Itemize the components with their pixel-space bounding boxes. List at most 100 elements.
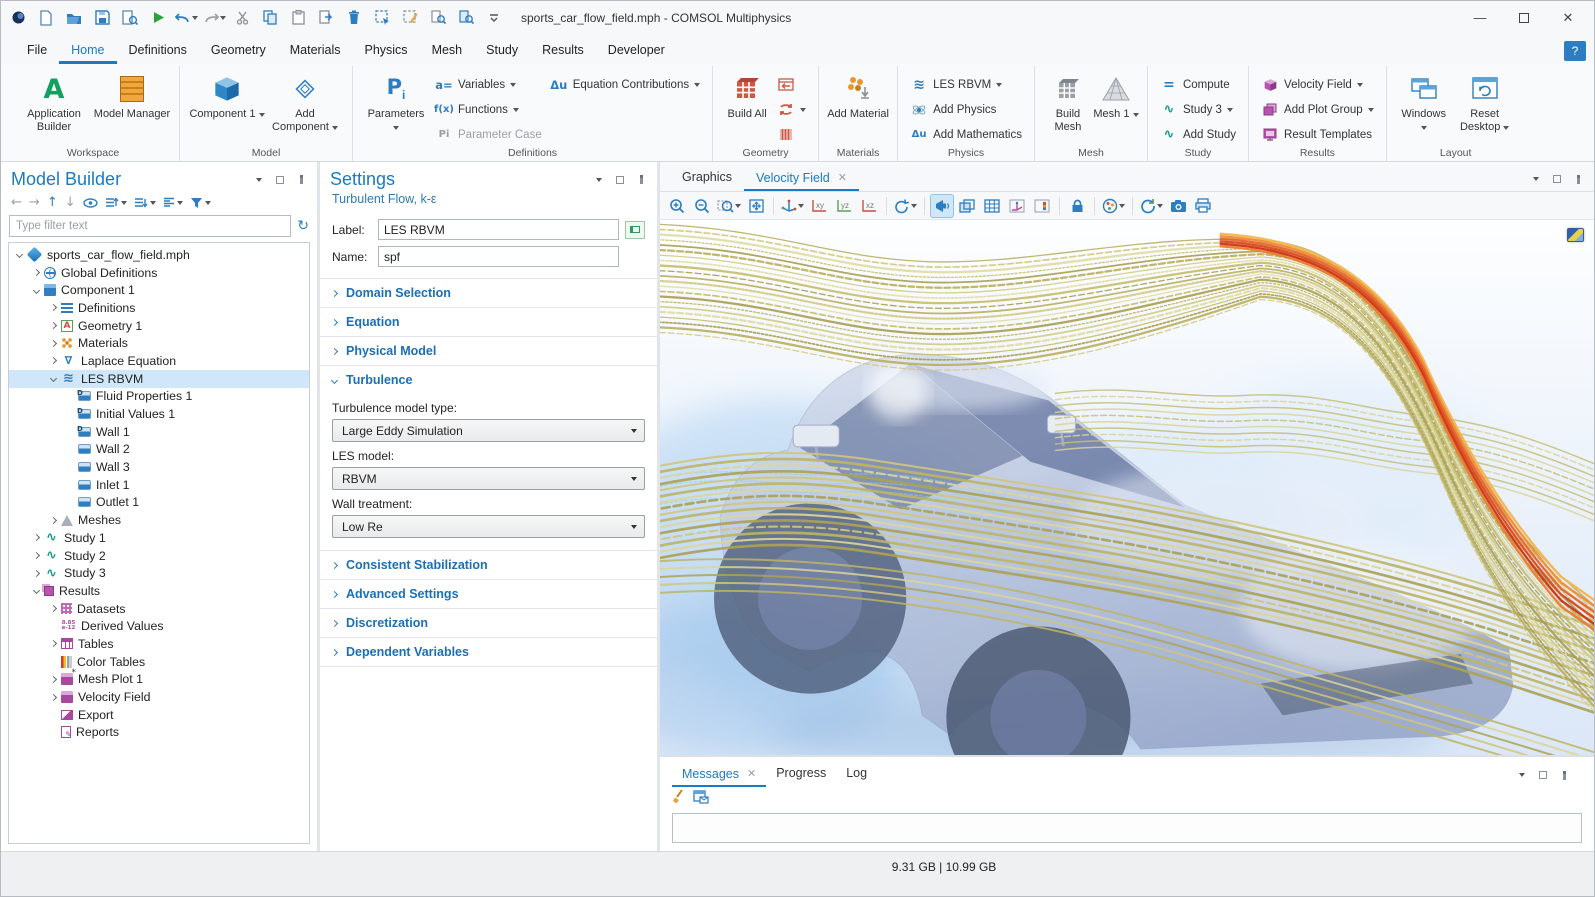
show-icon[interactable] bbox=[83, 198, 98, 208]
cut-icon[interactable] bbox=[229, 6, 255, 30]
print-icon[interactable] bbox=[1192, 195, 1214, 217]
panel-menu-icon[interactable] bbox=[593, 174, 605, 186]
tree-item-materials[interactable]: Materials bbox=[9, 334, 309, 352]
nav-back-icon[interactable]: ← bbox=[11, 195, 22, 210]
menu-home[interactable]: Home bbox=[59, 37, 116, 64]
color-legend-icon[interactable] bbox=[1031, 195, 1053, 217]
build-mesh-button[interactable]: Build Mesh bbox=[1043, 70, 1093, 134]
section-header[interactable]: Equation bbox=[320, 308, 657, 336]
collapse-icon[interactable] bbox=[33, 287, 40, 294]
expand-icon[interactable] bbox=[50, 640, 57, 647]
clear-selection-button[interactable] bbox=[397, 6, 423, 30]
compute-button[interactable]: =Compute bbox=[1156, 72, 1240, 97]
filter-icon[interactable] bbox=[190, 197, 211, 209]
screenshot-icon[interactable] bbox=[1167, 195, 1189, 217]
menu-file[interactable]: File bbox=[15, 37, 59, 64]
save-compact-button[interactable] bbox=[117, 6, 143, 30]
menu-study[interactable]: Study bbox=[474, 37, 530, 64]
grid-icon[interactable] bbox=[981, 195, 1003, 217]
tree-item-velocity-field[interactable]: Velocity Field bbox=[9, 688, 309, 706]
tree-item-derived-values[interactable]: Derived Values bbox=[9, 617, 309, 635]
combo-les-model[interactable]: RBVM bbox=[332, 467, 645, 490]
panel-float-icon[interactable] bbox=[274, 174, 286, 186]
tab-progress[interactable]: Progress bbox=[766, 760, 836, 787]
functions-button[interactable]: f(x)Functions bbox=[431, 97, 546, 122]
panel-float-icon[interactable] bbox=[1537, 769, 1549, 781]
tree-item-wall-1[interactable]: Wall 1 bbox=[9, 423, 309, 441]
find-button[interactable] bbox=[425, 6, 451, 30]
select-box-button[interactable] bbox=[369, 6, 395, 30]
open-messages-window-icon[interactable] bbox=[693, 790, 709, 809]
view-yz-icon[interactable]: yz bbox=[833, 195, 855, 217]
close-tab-icon[interactable]: ✕ bbox=[747, 767, 756, 780]
copy-button[interactable] bbox=[257, 6, 283, 30]
mesh1-button[interactable]: Mesh 1 bbox=[1093, 70, 1139, 121]
tab-velocity-field[interactable]: Velocity Field✕ bbox=[744, 165, 859, 192]
open-file-button[interactable] bbox=[61, 6, 87, 30]
qat-customize-button[interactable] bbox=[481, 6, 507, 30]
parameter-case-button[interactable]: PiParameter Case bbox=[431, 122, 546, 147]
tree-item-outlet-1[interactable]: Outlet 1 bbox=[9, 494, 309, 512]
reset-desktop-button[interactable]: Reset Desktop bbox=[1453, 70, 1517, 134]
panel-pin-icon[interactable] bbox=[1558, 769, 1570, 781]
view-xy-icon[interactable]: xy bbox=[808, 195, 830, 217]
parameters-button[interactable]: Pi Parameters bbox=[361, 70, 431, 134]
expand-icon[interactable] bbox=[50, 676, 57, 683]
rename-icon[interactable] bbox=[625, 221, 645, 239]
minimize-button[interactable]: — bbox=[1458, 3, 1502, 33]
messages-output[interactable] bbox=[672, 813, 1582, 843]
settings-subtitle[interactable]: Turbulent Flow, k-ε bbox=[320, 192, 657, 216]
combo-wall-treatment[interactable]: Low Re bbox=[332, 515, 645, 538]
menu-results[interactable]: Results bbox=[530, 37, 596, 64]
expand-icon[interactable] bbox=[50, 357, 57, 364]
tab-log[interactable]: Log bbox=[836, 760, 877, 787]
model-tree-nodes-icon[interactable] bbox=[163, 197, 183, 208]
help-button[interactable]: ? bbox=[1564, 41, 1586, 61]
application-builder-button[interactable]: A Application Builder bbox=[15, 70, 93, 134]
model-manager-button[interactable]: Model Manager bbox=[93, 70, 171, 121]
menu-mesh[interactable]: Mesh bbox=[420, 37, 475, 64]
zoom-out-icon[interactable] bbox=[691, 195, 713, 217]
expand-icon[interactable] bbox=[33, 534, 40, 541]
tree-item-les-rbvm[interactable]: LES RBVM bbox=[9, 370, 309, 388]
section-header[interactable]: Dependent Variables bbox=[320, 638, 657, 666]
tree-item-meshes[interactable]: Meshes bbox=[9, 511, 309, 529]
move-up-icon[interactable]: ↑ bbox=[47, 195, 58, 210]
maximize-button[interactable] bbox=[1502, 3, 1546, 33]
expand-icon[interactable] bbox=[50, 322, 57, 329]
paste-button[interactable] bbox=[285, 6, 311, 30]
panel-menu-icon[interactable] bbox=[1530, 173, 1542, 185]
tree-item-study-2[interactable]: Study 2 bbox=[9, 547, 309, 565]
windows-button[interactable]: Windows bbox=[1395, 70, 1453, 134]
zoom-in-icon[interactable] bbox=[666, 195, 688, 217]
tree-item-datasets[interactable]: Datasets bbox=[9, 600, 309, 618]
section-header[interactable]: Consistent Stabilization bbox=[320, 551, 657, 579]
collapse-icon[interactable] bbox=[33, 587, 40, 594]
expand-icon[interactable] bbox=[50, 605, 57, 612]
tree-item-reports[interactable]: Reports bbox=[9, 724, 309, 742]
section-header[interactable]: Domain Selection bbox=[320, 279, 657, 307]
tree-item-component-1[interactable]: Component 1 bbox=[9, 281, 309, 299]
name-field[interactable] bbox=[378, 246, 619, 267]
undo-button[interactable] bbox=[173, 6, 199, 30]
new-file-button[interactable] bbox=[33, 6, 59, 30]
section-header[interactable]: Discretization bbox=[320, 609, 657, 637]
expand-icon[interactable] bbox=[33, 269, 40, 276]
expand-icon[interactable] bbox=[50, 517, 57, 524]
tree-item-color-tables[interactable]: Color Tables bbox=[9, 653, 309, 671]
collapse-icon[interactable] bbox=[50, 375, 57, 382]
equation-contributions-button[interactable]: ΔuEquation Contributions bbox=[546, 72, 704, 97]
tree-item-global-definitions[interactable]: Global Definitions bbox=[9, 264, 309, 282]
environment-icon[interactable] bbox=[1101, 195, 1126, 217]
tree-item-laplace-equation[interactable]: Laplace Equation bbox=[9, 352, 309, 370]
panel-pin-icon[interactable] bbox=[1572, 173, 1584, 185]
menu-geometry[interactable]: Geometry bbox=[199, 37, 278, 64]
view-xz-icon[interactable]: xz bbox=[858, 195, 880, 217]
zoom-box-icon[interactable] bbox=[716, 195, 742, 217]
section-header[interactable]: Advanced Settings bbox=[320, 580, 657, 608]
geometry-insert-sequence-button[interactable] bbox=[773, 72, 810, 97]
lock-icon[interactable] bbox=[1066, 195, 1088, 217]
add-plot-group-button[interactable]: Add Plot Group bbox=[1257, 97, 1378, 122]
velocity-field-button[interactable]: Velocity Field bbox=[1257, 72, 1378, 97]
transparency-icon[interactable] bbox=[956, 195, 978, 217]
